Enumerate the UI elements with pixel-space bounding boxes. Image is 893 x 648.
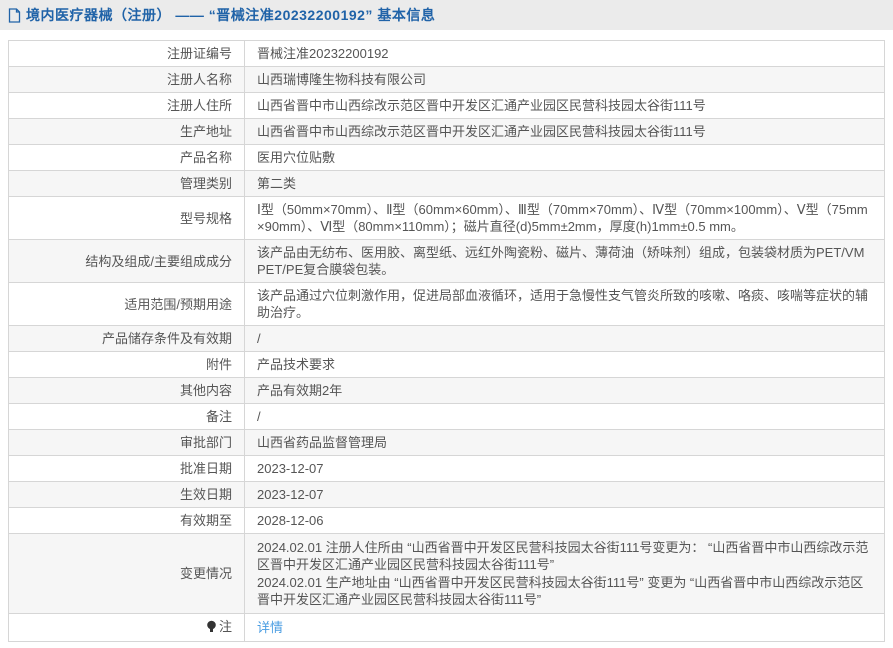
row-value-effective-date: 2023-12-07 xyxy=(245,482,885,508)
row-label: 备注 xyxy=(9,404,245,430)
table-row: 有效期至 2028-12-06 xyxy=(9,508,885,534)
row-label: 产品名称 xyxy=(9,145,245,171)
row-label: 生效日期 xyxy=(9,482,245,508)
row-label: 产品储存条件及有效期 xyxy=(9,326,245,352)
row-label: 生产地址 xyxy=(9,119,245,145)
table-row: 注册人名称 山西瑞博隆生物科技有限公司 xyxy=(9,67,885,93)
registration-info-table: 注册证编号 晋械注准20232200192 注册人名称 山西瑞博隆生物科技有限公… xyxy=(8,40,885,642)
row-label: 型号规格 xyxy=(9,197,245,240)
row-value-registrant-address: 山西省晋中市山西综改示范区晋中开发区汇通产业园区民营科技园太谷街111号 xyxy=(245,93,885,119)
note-label-text: 注 xyxy=(219,618,232,635)
table-row: 审批部门 山西省药品监督管理局 xyxy=(9,430,885,456)
row-value-remarks: / xyxy=(245,404,885,430)
table-row: 产品名称 医用穴位贴敷 xyxy=(9,145,885,171)
page-title: 境内医疗器械（注册） —— “晋械注准20232200192” 基本信息 xyxy=(26,5,435,25)
table-row: 批准日期 2023-12-07 xyxy=(9,456,885,482)
page-header: 境内医疗器械（注册） —— “晋械注准20232200192” 基本信息 xyxy=(0,0,893,30)
row-value-model-spec: Ⅰ型（50mm×70mm）、Ⅱ型（60mm×60mm）、Ⅲ型（70mm×70mm… xyxy=(245,197,885,240)
row-value-expiry-date: 2028-12-06 xyxy=(245,508,885,534)
row-value-approval-department: 山西省药品监督管理局 xyxy=(245,430,885,456)
table-row: 产品储存条件及有效期 / xyxy=(9,326,885,352)
row-label: 批准日期 xyxy=(9,456,245,482)
row-label: 管理类别 xyxy=(9,171,245,197)
row-value-storage-conditions: / xyxy=(245,326,885,352)
table-row: 注 详情 xyxy=(9,614,885,642)
table-row: 结构及组成/主要组成成分 该产品由无纺布、医用胶、离型纸、远红外陶瓷粉、磁片、薄… xyxy=(9,240,885,283)
table-row: 备注 / xyxy=(9,404,885,430)
row-label: 注册人名称 xyxy=(9,67,245,93)
row-value-approval-date: 2023-12-07 xyxy=(245,456,885,482)
change-record: 2024.02.01 注册人住所由 “山西省晋中开发区民营科技园太谷街111号变… xyxy=(257,539,872,573)
table-row: 型号规格 Ⅰ型（50mm×70mm）、Ⅱ型（60mm×60mm）、Ⅲ型（70mm… xyxy=(9,197,885,240)
table-row: 变更情况 2024.02.01 注册人住所由 “山西省晋中开发区民营科技园太谷街… xyxy=(9,534,885,614)
table-row: 其他内容 产品有效期2年 xyxy=(9,378,885,404)
change-record: 2024.02.01 生产地址由 “山西省晋中开发区民营科技园太谷街111号” … xyxy=(257,574,872,608)
row-label: 注册证编号 xyxy=(9,41,245,67)
note-icon xyxy=(206,620,217,633)
table-row: 注册证编号 晋械注准20232200192 xyxy=(9,41,885,67)
table-row: 适用范围/预期用途 该产品通过穴位刺激作用，促进局部血液循环，适用于急慢性支气管… xyxy=(9,283,885,326)
row-label: 变更情况 xyxy=(9,534,245,614)
table-row: 生效日期 2023-12-07 xyxy=(9,482,885,508)
row-value-management-category: 第二类 xyxy=(245,171,885,197)
row-value-attachment: 产品技术要求 xyxy=(245,352,885,378)
row-value-product-name: 医用穴位贴敷 xyxy=(245,145,885,171)
row-value-other-content: 产品有效期2年 xyxy=(245,378,885,404)
row-value-composition: 该产品由无纺布、医用胶、离型纸、远红外陶瓷粉、磁片、薄荷油（矫味剂）组成，包装袋… xyxy=(245,240,885,283)
row-value-registrant-name: 山西瑞博隆生物科技有限公司 xyxy=(245,67,885,93)
document-icon xyxy=(8,8,21,23)
row-label: 适用范围/预期用途 xyxy=(9,283,245,326)
row-label: 其他内容 xyxy=(9,378,245,404)
row-value-change-history: 2024.02.01 注册人住所由 “山西省晋中开发区民营科技园太谷街111号变… xyxy=(245,534,885,614)
row-label: 附件 xyxy=(9,352,245,378)
row-label-note: 注 xyxy=(9,614,245,642)
row-label: 注册人住所 xyxy=(9,93,245,119)
table-row: 注册人住所 山西省晋中市山西综改示范区晋中开发区汇通产业园区民营科技园太谷街11… xyxy=(9,93,885,119)
row-label: 有效期至 xyxy=(9,508,245,534)
row-label: 结构及组成/主要组成成分 xyxy=(9,240,245,283)
row-value-registration-number: 晋械注准20232200192 xyxy=(245,41,885,67)
row-label: 审批部门 xyxy=(9,430,245,456)
details-link[interactable]: 详情 xyxy=(257,620,283,635)
row-value-note: 详情 xyxy=(245,614,885,642)
row-value-intended-use: 该产品通过穴位刺激作用，促进局部血液循环，适用于急慢性支气管炎所致的咳嗽、咯痰、… xyxy=(245,283,885,326)
table-row: 管理类别 第二类 xyxy=(9,171,885,197)
table-row: 附件 产品技术要求 xyxy=(9,352,885,378)
table-row: 生产地址 山西省晋中市山西综改示范区晋中开发区汇通产业园区民营科技园太谷街111… xyxy=(9,119,885,145)
row-value-production-address: 山西省晋中市山西综改示范区晋中开发区汇通产业园区民营科技园太谷街111号 xyxy=(245,119,885,145)
